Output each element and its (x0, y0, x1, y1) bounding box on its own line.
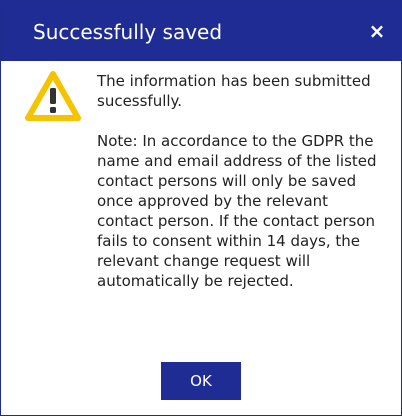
warning-icon (25, 71, 81, 121)
dialog-message: The information has been submitted suces… (97, 71, 387, 291)
success-dialog: Successfully saved × The information has… (0, 0, 402, 416)
ok-button[interactable]: OK (161, 362, 241, 400)
message-text: The information has been submitted suces… (97, 72, 371, 110)
dialog-title: Successfully saved (33, 20, 223, 44)
dialog-titlebar: Successfully saved × (1, 1, 401, 61)
gdpr-note: Note: In accordance to the GDPR the name… (97, 132, 377, 290)
close-button[interactable]: × (361, 16, 393, 46)
